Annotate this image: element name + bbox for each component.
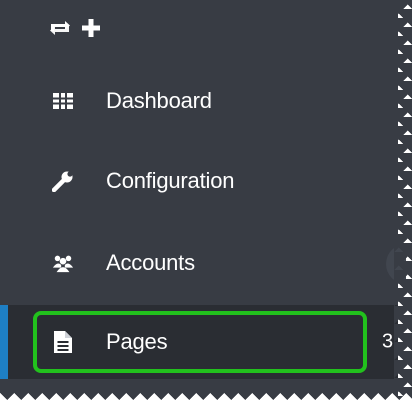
- sidebar-item-label: Dashboard: [106, 88, 212, 113]
- document-icon: [52, 331, 74, 353]
- wrench-icon: [52, 170, 74, 192]
- sidebar-item-accounts[interactable]: Accounts: [0, 234, 398, 292]
- sidebar-item-dashboard[interactable]: Dashboard: [0, 72, 398, 130]
- plus-icon[interactable]: [82, 19, 100, 37]
- torn-edge-right: [394, 0, 412, 407]
- sidebar-toolbar: [48, 18, 100, 38]
- swap-icon[interactable]: [48, 18, 72, 38]
- sidebar-item-label: Accounts: [106, 250, 195, 275]
- sidebar: Dashboard Configuration Accounts Pages 3: [0, 0, 406, 407]
- selection-highlight: [33, 311, 367, 373]
- sidebar-item-label: Pages: [106, 329, 168, 354]
- grid-icon: [52, 90, 74, 112]
- users-icon: [52, 252, 74, 274]
- active-indicator: [0, 305, 8, 379]
- app-screenshot: Dashboard Configuration Accounts Pages 3: [0, 0, 412, 407]
- sidebar-item-configuration[interactable]: Configuration: [0, 152, 398, 210]
- sidebar-item-label: Configuration: [106, 168, 235, 193]
- sidebar-item-pages[interactable]: Pages 3: [0, 305, 398, 379]
- torn-edge-bottom: [0, 393, 412, 407]
